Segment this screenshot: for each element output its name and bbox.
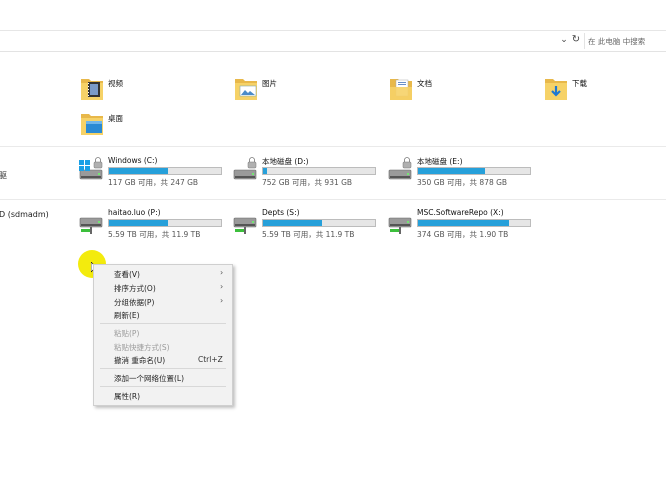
drive-name: 本地磁盘 (D:) xyxy=(262,157,309,166)
drive-usage-fill xyxy=(418,168,486,174)
menu-item-paste-shortcut[interactable]: 粘贴快捷方式(S) xyxy=(94,340,232,353)
folder-item[interactable]: 桌面 xyxy=(80,109,220,141)
menu-item-sort-by[interactable]: 排序方式(O) › xyxy=(94,281,232,294)
folder-name: 下载 xyxy=(572,79,587,88)
drive-name: haitao.luo (P:) xyxy=(108,208,161,217)
section-divider xyxy=(0,146,666,147)
folder-name: 桌面 xyxy=(108,114,123,123)
folder-name: 文档 xyxy=(417,79,432,88)
chevron-right-icon: › xyxy=(220,282,224,291)
nav-item-devices[interactable]: 驱 xyxy=(0,170,7,181)
section-divider xyxy=(0,199,666,200)
drive-usage-fill xyxy=(109,168,169,174)
drive-space-info: 5.59 TB 可用，共 11.9 TB xyxy=(262,230,355,239)
menu-item-label: 粘贴快捷方式(S) xyxy=(114,343,170,352)
menu-item-add-network-location[interactable]: 添加一个网络位置(L) xyxy=(94,371,232,384)
menu-item-properties[interactable]: 属性(R) xyxy=(94,389,232,402)
menu-item-shortcut: Ctrl+Z xyxy=(198,355,223,364)
address-history-chevron-icon[interactable]: ⌄ xyxy=(558,34,570,46)
network-drive-icon xyxy=(233,217,257,234)
network-drive-item[interactable]: haitao.luo (P:) 5.59 TB 可用，共 11.9 TB xyxy=(78,208,228,242)
pictures-folder-icon xyxy=(235,79,257,100)
network-drive-item[interactable]: Depts (S:) 5.59 TB 可用，共 11.9 TB xyxy=(232,208,382,242)
drive-name: Windows (C:) xyxy=(108,156,158,165)
drive-usage-bar xyxy=(417,167,531,175)
window-top-bar xyxy=(0,0,666,31)
drive-space-info: 5.59 TB 可用，共 11.9 TB xyxy=(108,230,201,239)
drive-usage-bar xyxy=(262,167,376,175)
desktop-folder-icon xyxy=(81,114,103,135)
menu-item-label: 查看(V) xyxy=(114,270,140,279)
network-drive-icon xyxy=(79,217,103,234)
folder-name: 图片 xyxy=(262,79,277,88)
menu-divider xyxy=(100,368,226,369)
local-disk-icon xyxy=(233,157,257,180)
drive-usage-fill xyxy=(109,220,169,226)
windows-drive-icon xyxy=(79,157,103,180)
drive-name: Depts (S:) xyxy=(262,208,300,217)
folder-item[interactable]: 文档 xyxy=(389,74,529,106)
folder-item[interactable]: 下载 xyxy=(544,74,666,106)
video-folder-icon xyxy=(81,79,103,100)
menu-item-label: 刷新(E) xyxy=(114,311,140,320)
menu-item-undo-rename[interactable]: 撤消 重命名(U) Ctrl+Z xyxy=(94,353,232,366)
menu-divider xyxy=(100,323,226,324)
drive-item[interactable]: 本地磁盘 (D:) 752 GB 可用，共 931 GB xyxy=(232,156,382,190)
menu-item-label: 撤消 重命名(U) xyxy=(114,356,166,365)
drive-space-info: 752 GB 可用，共 931 GB xyxy=(262,178,353,187)
menu-divider xyxy=(100,386,226,387)
menu-item-label: 属性(R) xyxy=(114,392,141,401)
folder-item[interactable]: 视频 xyxy=(80,74,220,106)
documents-folder-icon xyxy=(390,79,412,100)
downloads-folder-icon xyxy=(545,79,567,100)
menu-item-label: 排序方式(O) xyxy=(114,284,156,293)
menu-item-label: 添加一个网络位置(L) xyxy=(114,374,185,383)
chevron-right-icon: › xyxy=(220,268,224,277)
drive-usage-fill xyxy=(263,220,323,226)
menu-item-label: 分组依据(P) xyxy=(114,298,155,307)
folder-name: 视频 xyxy=(108,79,123,88)
context-menu: 查看(V) › 排序方式(O) › 分组依据(P) › 刷新(E) 粘贴(P) … xyxy=(93,264,233,406)
menu-item-group-by[interactable]: 分组依据(P) › xyxy=(94,295,232,308)
address-bar: ⌄ ↻ xyxy=(0,31,666,52)
network-drive-icon xyxy=(388,217,412,234)
local-disk-icon xyxy=(388,157,412,180)
drive-usage-bar xyxy=(108,219,222,227)
menu-item-label: 粘贴(P) xyxy=(114,329,140,338)
menu-item-view[interactable]: 查看(V) › xyxy=(94,267,232,280)
drive-usage-bar xyxy=(262,219,376,227)
drive-usage-bar xyxy=(417,219,531,227)
drive-usage-bar xyxy=(108,167,222,175)
drive-space-info: 374 GB 可用，共 1.90 TB xyxy=(417,230,509,239)
chevron-right-icon: › xyxy=(220,296,224,305)
drive-item[interactable]: Windows (C:) 117 GB 可用，共 247 GB xyxy=(78,156,228,190)
drive-name: MSC.SoftwareRepo (X:) xyxy=(417,208,504,217)
menu-item-paste[interactable]: 粘贴(P) xyxy=(94,326,232,339)
drive-name: 本地磁盘 (E:) xyxy=(417,157,463,166)
address-separator xyxy=(584,33,585,49)
drive-usage-fill xyxy=(263,168,268,174)
drive-space-info: 117 GB 可用，共 247 GB xyxy=(108,178,199,187)
search-input[interactable] xyxy=(586,34,666,48)
drive-item[interactable]: 本地磁盘 (E:) 350 GB 可用，共 878 GB xyxy=(387,156,537,190)
folder-item[interactable]: 图片 xyxy=(234,74,374,106)
nav-item-network-location[interactable]: D (sdmadm) xyxy=(0,210,49,219)
refresh-icon[interactable]: ↻ xyxy=(570,34,582,46)
drive-usage-fill xyxy=(418,220,509,226)
menu-item-refresh[interactable]: 刷新(E) xyxy=(94,308,232,321)
network-drive-item[interactable]: MSC.SoftwareRepo (X:) 374 GB 可用，共 1.90 T… xyxy=(387,208,537,242)
drive-space-info: 350 GB 可用，共 878 GB xyxy=(417,178,508,187)
